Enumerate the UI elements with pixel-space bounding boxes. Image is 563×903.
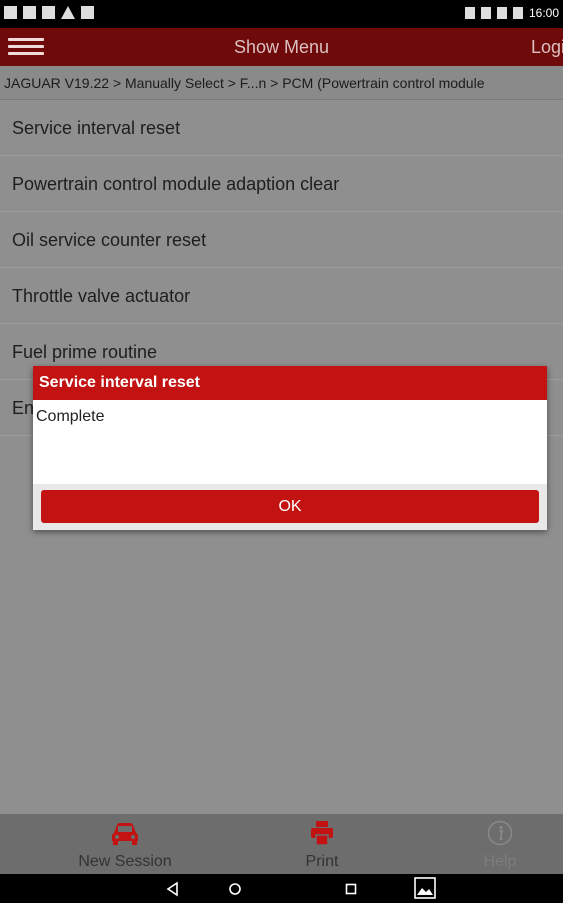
list-item[interactable]: Oil service counter reset — [0, 212, 563, 268]
recents-icon[interactable] — [342, 880, 360, 898]
breadcrumb: JAGUAR V19.22 > Manually Select > F...n … — [0, 66, 563, 100]
app-bar-title[interactable]: Show Menu — [0, 37, 563, 58]
wifi-icon — [496, 7, 507, 19]
list-item[interactable]: Powertrain control module adaption clear — [0, 156, 563, 212]
warning-icon — [61, 6, 75, 19]
navigation-bar — [0, 874, 563, 903]
status-time: 16:00 — [528, 6, 559, 20]
help-label: Help — [483, 853, 517, 870]
list-item[interactable]: Throttle valve actuator — [0, 268, 563, 324]
app-bar: Show Menu Logi — [0, 28, 563, 66]
screenshot-icon[interactable] — [414, 877, 436, 899]
status-bar: 16:00 — [0, 0, 563, 28]
bluetooth-icon — [480, 7, 491, 19]
info-icon — [487, 820, 513, 846]
dialog-title: Service interval reset — [33, 366, 547, 400]
bottom-bar: New Session Print Help — [0, 814, 563, 874]
notification-icon — [42, 6, 55, 19]
system-icons: 16:00 — [464, 6, 559, 20]
printer-icon — [311, 821, 333, 846]
ok-button[interactable]: OK — [41, 490, 539, 523]
battery-icon — [512, 7, 523, 19]
home-icon[interactable] — [226, 880, 244, 898]
service-interval-dialog: Service interval reset Complete OK — [33, 366, 547, 530]
notification-icon — [23, 6, 36, 19]
car-icon — [112, 823, 138, 845]
new-session-label: New Session — [78, 853, 172, 870]
dialog-message: Complete — [33, 400, 547, 484]
print-label: Print — [305, 853, 339, 870]
notification-icons — [4, 6, 94, 19]
notification-icon — [81, 6, 94, 19]
dialog-footer: OK — [33, 484, 547, 530]
new-session-button[interactable]: New Session — [65, 814, 185, 874]
print-button[interactable]: Print — [262, 814, 382, 874]
help-button[interactable]: Help — [440, 814, 560, 874]
location-icon — [464, 7, 475, 19]
list-item[interactable]: Service interval reset — [0, 100, 563, 156]
notification-icon — [4, 6, 17, 19]
back-icon[interactable] — [164, 880, 182, 898]
login-button[interactable]: Logi — [531, 37, 563, 58]
